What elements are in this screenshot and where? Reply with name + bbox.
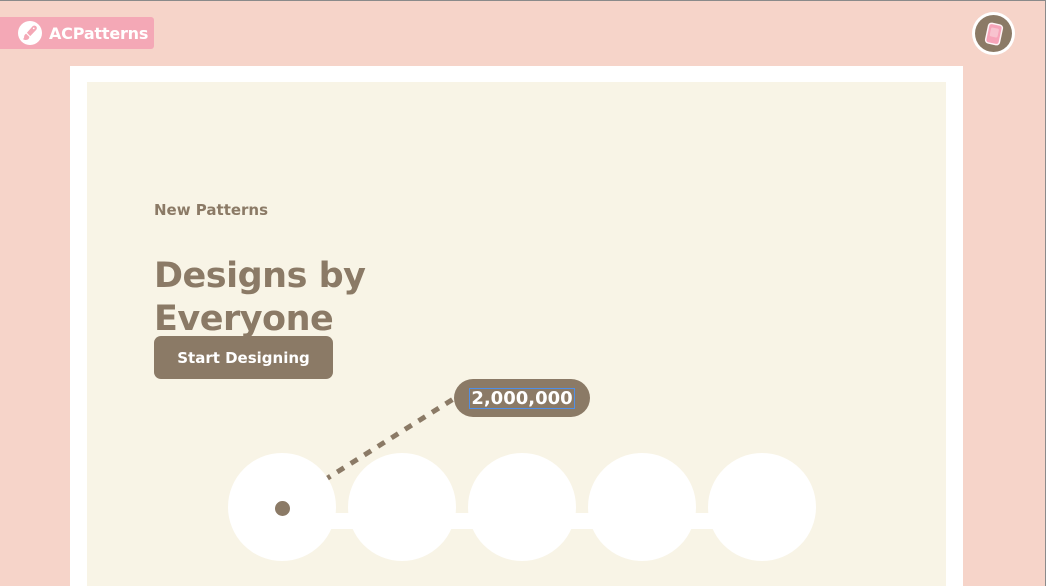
pattern-slot-2[interactable] bbox=[348, 453, 456, 561]
pattern-slot-1[interactable] bbox=[228, 453, 336, 561]
brand-name: ACPatterns bbox=[49, 23, 149, 43]
hero-eyebrow: New Patterns bbox=[154, 201, 269, 219]
pattern-slot-4[interactable] bbox=[588, 453, 696, 561]
window-top-border bbox=[0, 0, 1046, 1]
active-pattern-dot bbox=[275, 501, 290, 516]
profile-avatar-button[interactable] bbox=[972, 12, 1015, 55]
pattern-slot-strip bbox=[228, 452, 816, 562]
hero-frame: New Patterns Designs by Everyone Start D… bbox=[70, 66, 963, 586]
pattern-slot-5[interactable] bbox=[708, 453, 816, 561]
design-count-badge: 2,000,000 bbox=[454, 379, 590, 417]
hero-panel: New Patterns Designs by Everyone Start D… bbox=[87, 82, 946, 586]
pink-card-avatar-icon bbox=[975, 15, 1012, 52]
hero-headline: Designs by Everyone bbox=[154, 256, 366, 340]
paintbrush-icon bbox=[18, 21, 42, 45]
acpatterns-screen: ACPatterns New Patterns Designs by Every… bbox=[0, 0, 1046, 586]
design-count-value: 2,000,000 bbox=[469, 387, 575, 409]
start-designing-button[interactable]: Start Designing bbox=[154, 336, 333, 379]
brand-logo-button[interactable]: ACPatterns bbox=[0, 17, 154, 49]
pattern-slot-3[interactable] bbox=[468, 453, 576, 561]
